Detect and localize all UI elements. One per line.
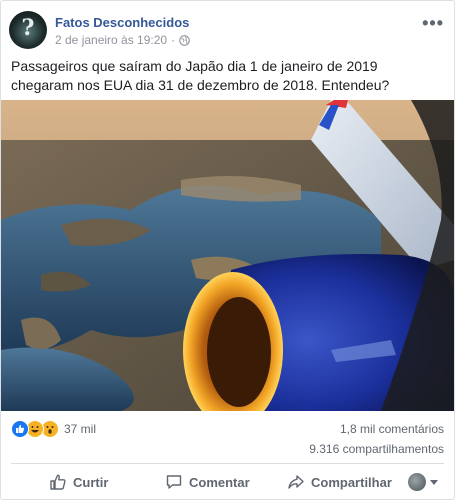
share-count[interactable]: 9.316 compartilhamentos (309, 439, 444, 459)
avatar[interactable]: ? (9, 11, 47, 49)
engagement-stats: 1,8 mil comentários 9.316 compartilhamen… (309, 419, 444, 459)
post-photo[interactable] (1, 100, 454, 411)
like-label: Curtir (73, 474, 109, 490)
post-header: ? Fatos Desconhecidos 2 de janeiro às 19… (9, 9, 446, 51)
post-timestamp[interactable]: 2 de janeiro às 19:20 (55, 33, 167, 47)
divider (11, 463, 444, 464)
like-reaction-icon (11, 420, 29, 438)
share-label: Compartilhar (311, 474, 392, 490)
comment-button[interactable]: Comentar (165, 473, 250, 491)
post-as-selector[interactable] (408, 473, 438, 491)
comment-label: Comentar (189, 474, 250, 490)
chevron-down-icon (430, 479, 438, 485)
comment-count[interactable]: 1,8 mil comentários (309, 419, 444, 439)
like-button[interactable]: Curtir (49, 473, 108, 491)
reaction-count[interactable]: 37 mil (64, 422, 96, 436)
globe-icon[interactable] (179, 34, 190, 46)
post-meta: 2 de janeiro às 19:20 · (55, 33, 190, 47)
user-avatar (408, 473, 426, 491)
comment-icon (166, 475, 182, 489)
author-name[interactable]: Fatos Desconhecidos (55, 15, 189, 30)
reactions-summary[interactable]: 37 mil (11, 420, 96, 438)
post-text: Passageiros que saíram do Japão dia 1 de… (11, 58, 390, 93)
action-bar: Curtir Comentar Compartilhar (1, 467, 454, 497)
share-button[interactable]: Compartilhar (287, 473, 392, 491)
share-icon (288, 475, 304, 489)
post-card: ? Fatos Desconhecidos 2 de janeiro às 19… (0, 0, 455, 500)
airplane-window-photo (1, 100, 454, 411)
more-options-icon[interactable]: ••• (422, 13, 444, 34)
thumbs-up-icon (50, 474, 66, 490)
